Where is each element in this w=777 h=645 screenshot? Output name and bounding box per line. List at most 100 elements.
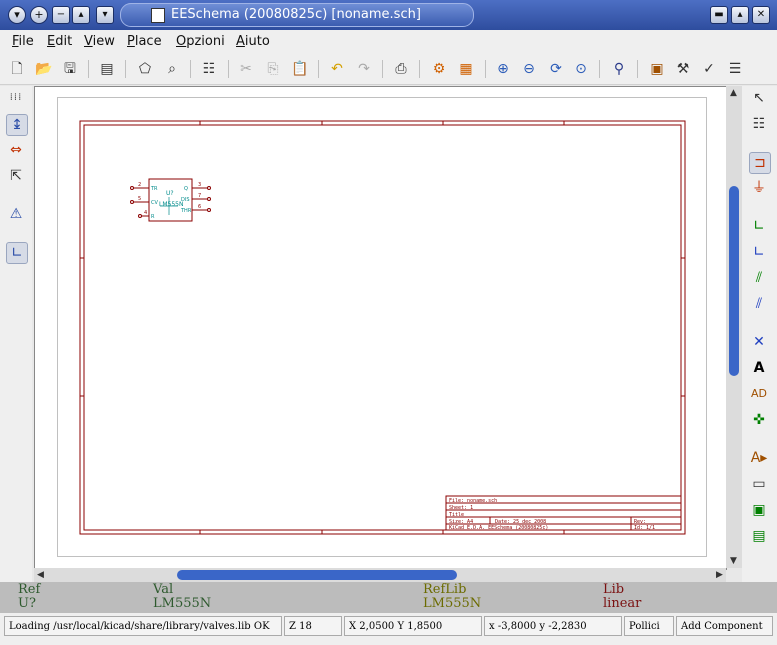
- add-bus-icon[interactable]: ∟: [749, 242, 769, 262]
- pin-name-tr: TR: [150, 186, 158, 192]
- find-icon[interactable]: ⚲: [610, 60, 628, 78]
- bom-icon[interactable]: ☰: [726, 60, 744, 78]
- info-lib-value: linear: [603, 596, 642, 611]
- status-message: Loading /usr/local/kicad/share/library/v…: [4, 616, 282, 636]
- bus-to-bus-entry-icon[interactable]: ⫽: [749, 294, 769, 314]
- erc-icon[interactable]: ▣: [648, 60, 666, 78]
- library-browser-icon[interactable]: ⌕: [163, 60, 181, 78]
- add-wire-icon[interactable]: ∟: [749, 216, 769, 236]
- add-component-icon[interactable]: ⊐: [749, 152, 771, 174]
- menu-opzioni[interactable]: Opzioni: [176, 34, 225, 49]
- menu-place-accel: P: [127, 34, 135, 49]
- annotate-icon[interactable]: ▦: [457, 60, 475, 78]
- window-add-button[interactable]: +: [30, 6, 48, 24]
- hierarchical-sheet-icon[interactable]: ▭: [749, 474, 769, 494]
- add-power-icon[interactable]: ⏚: [749, 178, 769, 198]
- status-mode: Add Component: [676, 616, 773, 636]
- component-value: LM555N: [159, 201, 183, 208]
- zoom-fit-icon[interactable]: ⊙: [572, 60, 590, 78]
- menu-aiuto-accel: A: [236, 34, 245, 49]
- scroll-up-arrow[interactable]: ▲: [730, 88, 737, 98]
- window-close-button[interactable]: ✕: [752, 6, 770, 24]
- schematic-canvas[interactable]: 2 5 4 3 7 6 TR CV R Q DIS THR U? LM555N: [34, 86, 727, 570]
- paste-icon[interactable]: 📋: [291, 60, 309, 78]
- copy-icon[interactable]: ⎘: [264, 60, 282, 78]
- pin-num-5: 5: [138, 196, 141, 202]
- scroll-down-arrow[interactable]: ▼: [730, 556, 737, 566]
- show-grid-icon[interactable]: ⁞⁞⁞: [6, 88, 26, 108]
- zoom-in-icon[interactable]: ⊕: [494, 60, 512, 78]
- undo-icon[interactable]: ↶: [328, 60, 346, 78]
- menu-aiuto-rest: iuto: [244, 34, 270, 49]
- tb-id: Id: 1/1: [634, 525, 655, 531]
- right-tools-toolbar: ↖ ☷ ⊐ ⏚ ∟ ∟ ⫽ ⫽ ✕ A AD ✜ A▸ ▭ ▣ ▤: [742, 86, 777, 582]
- info-lib-label: Lib: [603, 582, 625, 597]
- import-sheet-pin-icon[interactable]: ▣: [749, 500, 769, 520]
- window-minimize-left-button[interactable]: −: [52, 6, 70, 24]
- page-settings-icon[interactable]: ▤: [98, 60, 116, 78]
- sheet-outer-border: [79, 120, 686, 535]
- tb-sheet: Sheet: 1: [449, 505, 473, 511]
- main-toolbar: 🗋 📂 🖫 ▤ ⬠ ⌕ ☷ ✂ ⎘ 📋 ↶ ↷ ⎙ ⚙ ▦ ⊕ ⊖ ⟳ ⊙ ⚲ …: [0, 54, 777, 85]
- toolbar-separator: [637, 60, 638, 78]
- pin-name-cv: CV: [151, 200, 158, 206]
- save-project-icon[interactable]: 🖫: [61, 60, 79, 78]
- scroll-left-arrow[interactable]: ◀: [37, 570, 44, 580]
- select-tool-icon[interactable]: ↖: [749, 88, 769, 108]
- horizontal-scrollbar[interactable]: ◀ ▶: [34, 568, 726, 582]
- hierarchy-push-pop-icon[interactable]: ☷: [749, 114, 769, 134]
- window-maximize-button[interactable]: ▴: [731, 6, 749, 24]
- junction-icon[interactable]: ✜: [749, 410, 769, 430]
- no-connect-icon[interactable]: ✕: [749, 332, 769, 352]
- pin-num-7: 7: [198, 193, 201, 199]
- info-reflib-label: RefLib: [423, 582, 467, 597]
- cut-icon[interactable]: ✂: [237, 60, 255, 78]
- units-mm-icon[interactable]: ⇔: [6, 140, 26, 160]
- print-icon[interactable]: ⎙: [392, 60, 410, 78]
- global-label-icon[interactable]: AD: [749, 384, 769, 404]
- netlist-icon[interactable]: ⚙: [430, 60, 448, 78]
- cvpcb-icon[interactable]: ⚒: [674, 60, 692, 78]
- scroll-right-arrow[interactable]: ▶: [716, 570, 723, 580]
- hierarchical-label-icon[interactable]: A▸: [749, 448, 769, 468]
- pcbnew-icon[interactable]: ✓: [700, 60, 718, 78]
- wire-to-bus-entry-icon[interactable]: ⫽: [749, 268, 769, 288]
- toolbar-separator: [382, 60, 383, 78]
- vertical-scrollbar[interactable]: ▲ ▼: [726, 86, 742, 568]
- window-dropdown-button[interactable]: ▾: [96, 6, 114, 24]
- window-shade-button[interactable]: ▴: [72, 6, 90, 24]
- menu-edit[interactable]: Edit: [47, 34, 72, 49]
- cursor-shape-icon[interactable]: ⇱: [6, 166, 26, 186]
- info-ref-label: Ref: [18, 582, 41, 597]
- component-reference: U?: [166, 190, 174, 197]
- horizontal-scroll-thumb[interactable]: [177, 570, 457, 580]
- toolbar-separator: [228, 60, 229, 78]
- menu-view[interactable]: View: [84, 34, 115, 49]
- redraw-icon[interactable]: ⟳: [547, 60, 565, 78]
- vertical-scroll-thumb[interactable]: [729, 186, 739, 376]
- tb-kicad: KiCad E.D.A. EESchema (20080825c): [449, 525, 548, 531]
- redo-icon[interactable]: ↷: [355, 60, 373, 78]
- pin-num-3: 3: [198, 182, 201, 188]
- toolbar-separator: [599, 60, 600, 78]
- sheet-tick-marks: [80, 121, 685, 534]
- pin-name-r: R: [151, 214, 155, 220]
- hv-wires-icon[interactable]: ∟: [6, 242, 28, 264]
- window-minimize-button[interactable]: ▬: [710, 6, 728, 24]
- open-schematic-icon[interactable]: 📂: [35, 60, 53, 78]
- add-sheet-pin-icon[interactable]: ▤: [749, 526, 769, 546]
- library-editor-icon[interactable]: ⬠: [136, 60, 154, 78]
- menu-file[interactable]: File: [12, 34, 34, 49]
- menu-place[interactable]: Place: [127, 34, 162, 49]
- zoom-out-icon[interactable]: ⊖: [520, 60, 538, 78]
- status-abs-coords: X 2,0500 Y 1,8500: [344, 616, 482, 636]
- show-hidden-pins-icon[interactable]: ⚠: [6, 204, 26, 224]
- menu-aiuto[interactable]: Aiuto: [236, 34, 270, 49]
- new-schematic-icon[interactable]: 🗋: [8, 60, 26, 78]
- hierarchy-navigator-icon[interactable]: ☷: [200, 60, 218, 78]
- status-rel-coords: x -3,8000 y -2,2830: [484, 616, 622, 636]
- net-label-icon[interactable]: A: [749, 358, 769, 378]
- window-menu-button[interactable]: ▾: [8, 6, 26, 24]
- status-bar: Loading /usr/local/kicad/share/library/v…: [0, 613, 777, 645]
- units-inches-icon[interactable]: ↨: [6, 114, 28, 136]
